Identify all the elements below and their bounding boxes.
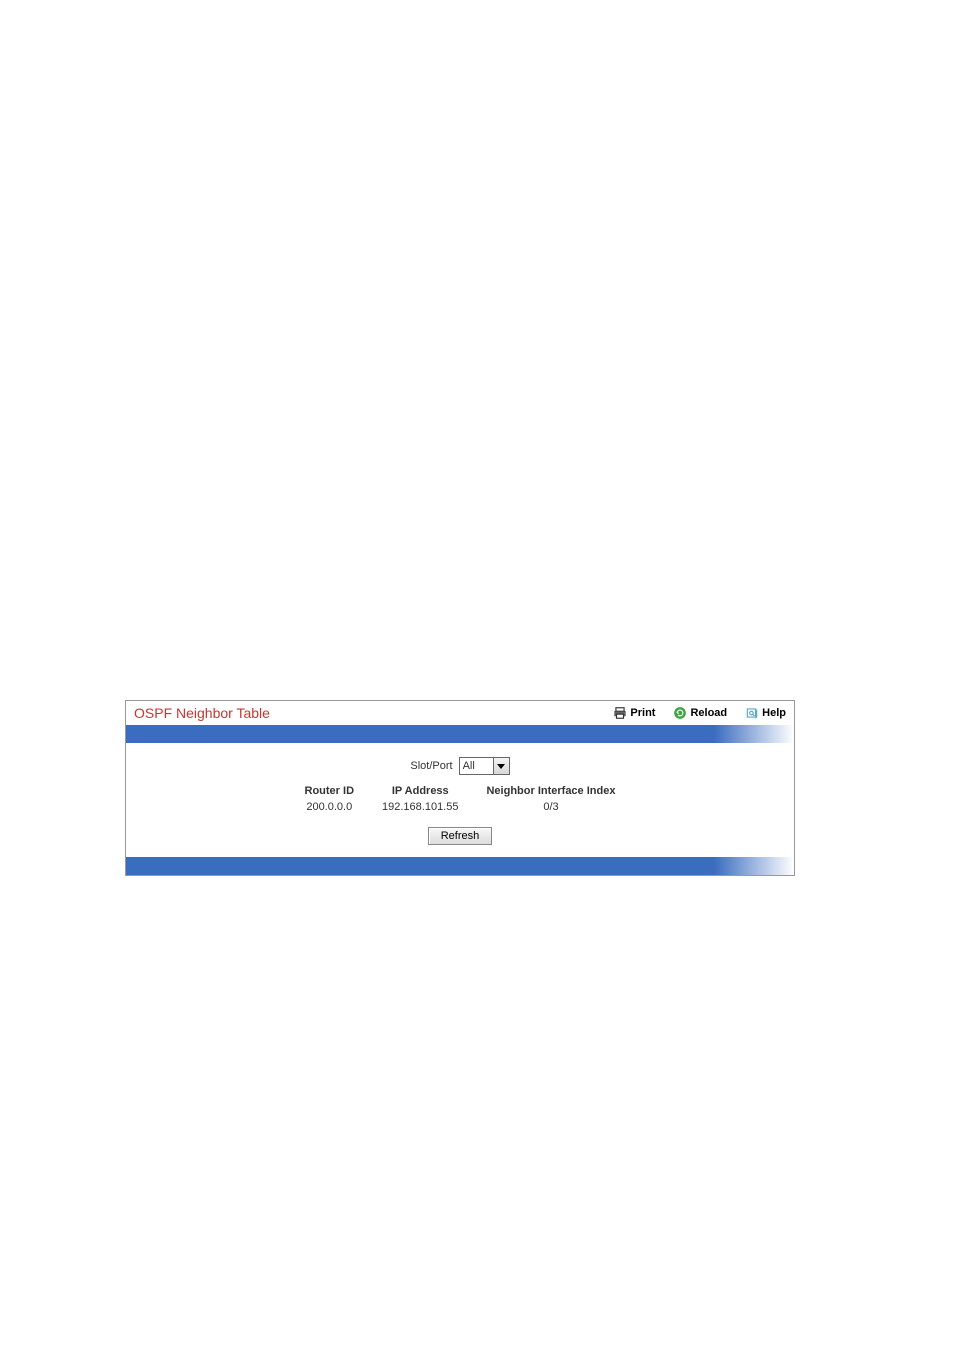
reload-button[interactable]: Reload <box>673 706 727 720</box>
cell-router-id: 200.0.0.0 <box>291 799 369 815</box>
bottom-divider-bar <box>126 857 794 875</box>
col-ip-address: IP Address <box>368 783 472 799</box>
reload-icon <box>673 706 687 720</box>
help-label: Help <box>762 707 786 719</box>
ospf-neighbor-panel: OSPF Neighbor Table Print Reload <box>125 700 795 876</box>
refresh-button[interactable]: Refresh <box>428 827 493 845</box>
print-label: Print <box>630 707 655 719</box>
refresh-button-wrap: Refresh <box>134 827 786 845</box>
panel-header: OSPF Neighbor Table Print Reload <box>126 701 794 725</box>
neighbor-table: Router ID IP Address Neighbor Interface … <box>291 783 630 815</box>
page-title: OSPF Neighbor Table <box>134 705 595 721</box>
slot-port-value: All <box>463 760 493 772</box>
help-icon <box>745 706 759 720</box>
cell-neighbor-if-index: 0/3 <box>472 799 629 815</box>
cell-ip-address: 192.168.101.55 <box>368 799 472 815</box>
reload-label: Reload <box>690 707 727 719</box>
col-router-id: Router ID <box>291 783 369 799</box>
print-icon <box>613 706 627 720</box>
slot-port-label: Slot/Port <box>410 760 452 772</box>
panel-content: Slot/Port All Router ID IP Address Neigh… <box>126 743 794 857</box>
table-header-row: Router ID IP Address Neighbor Interface … <box>291 783 630 799</box>
col-neighbor-if-index: Neighbor Interface Index <box>472 783 629 799</box>
top-divider-bar <box>126 725 794 743</box>
print-button[interactable]: Print <box>613 706 655 720</box>
slot-port-selector-row: Slot/Port All <box>134 757 786 775</box>
help-button[interactable]: Help <box>745 706 786 720</box>
slot-port-select[interactable]: All <box>459 757 510 775</box>
chevron-down-icon <box>493 758 509 774</box>
table-row: 200.0.0.0 192.168.101.55 0/3 <box>291 799 630 815</box>
